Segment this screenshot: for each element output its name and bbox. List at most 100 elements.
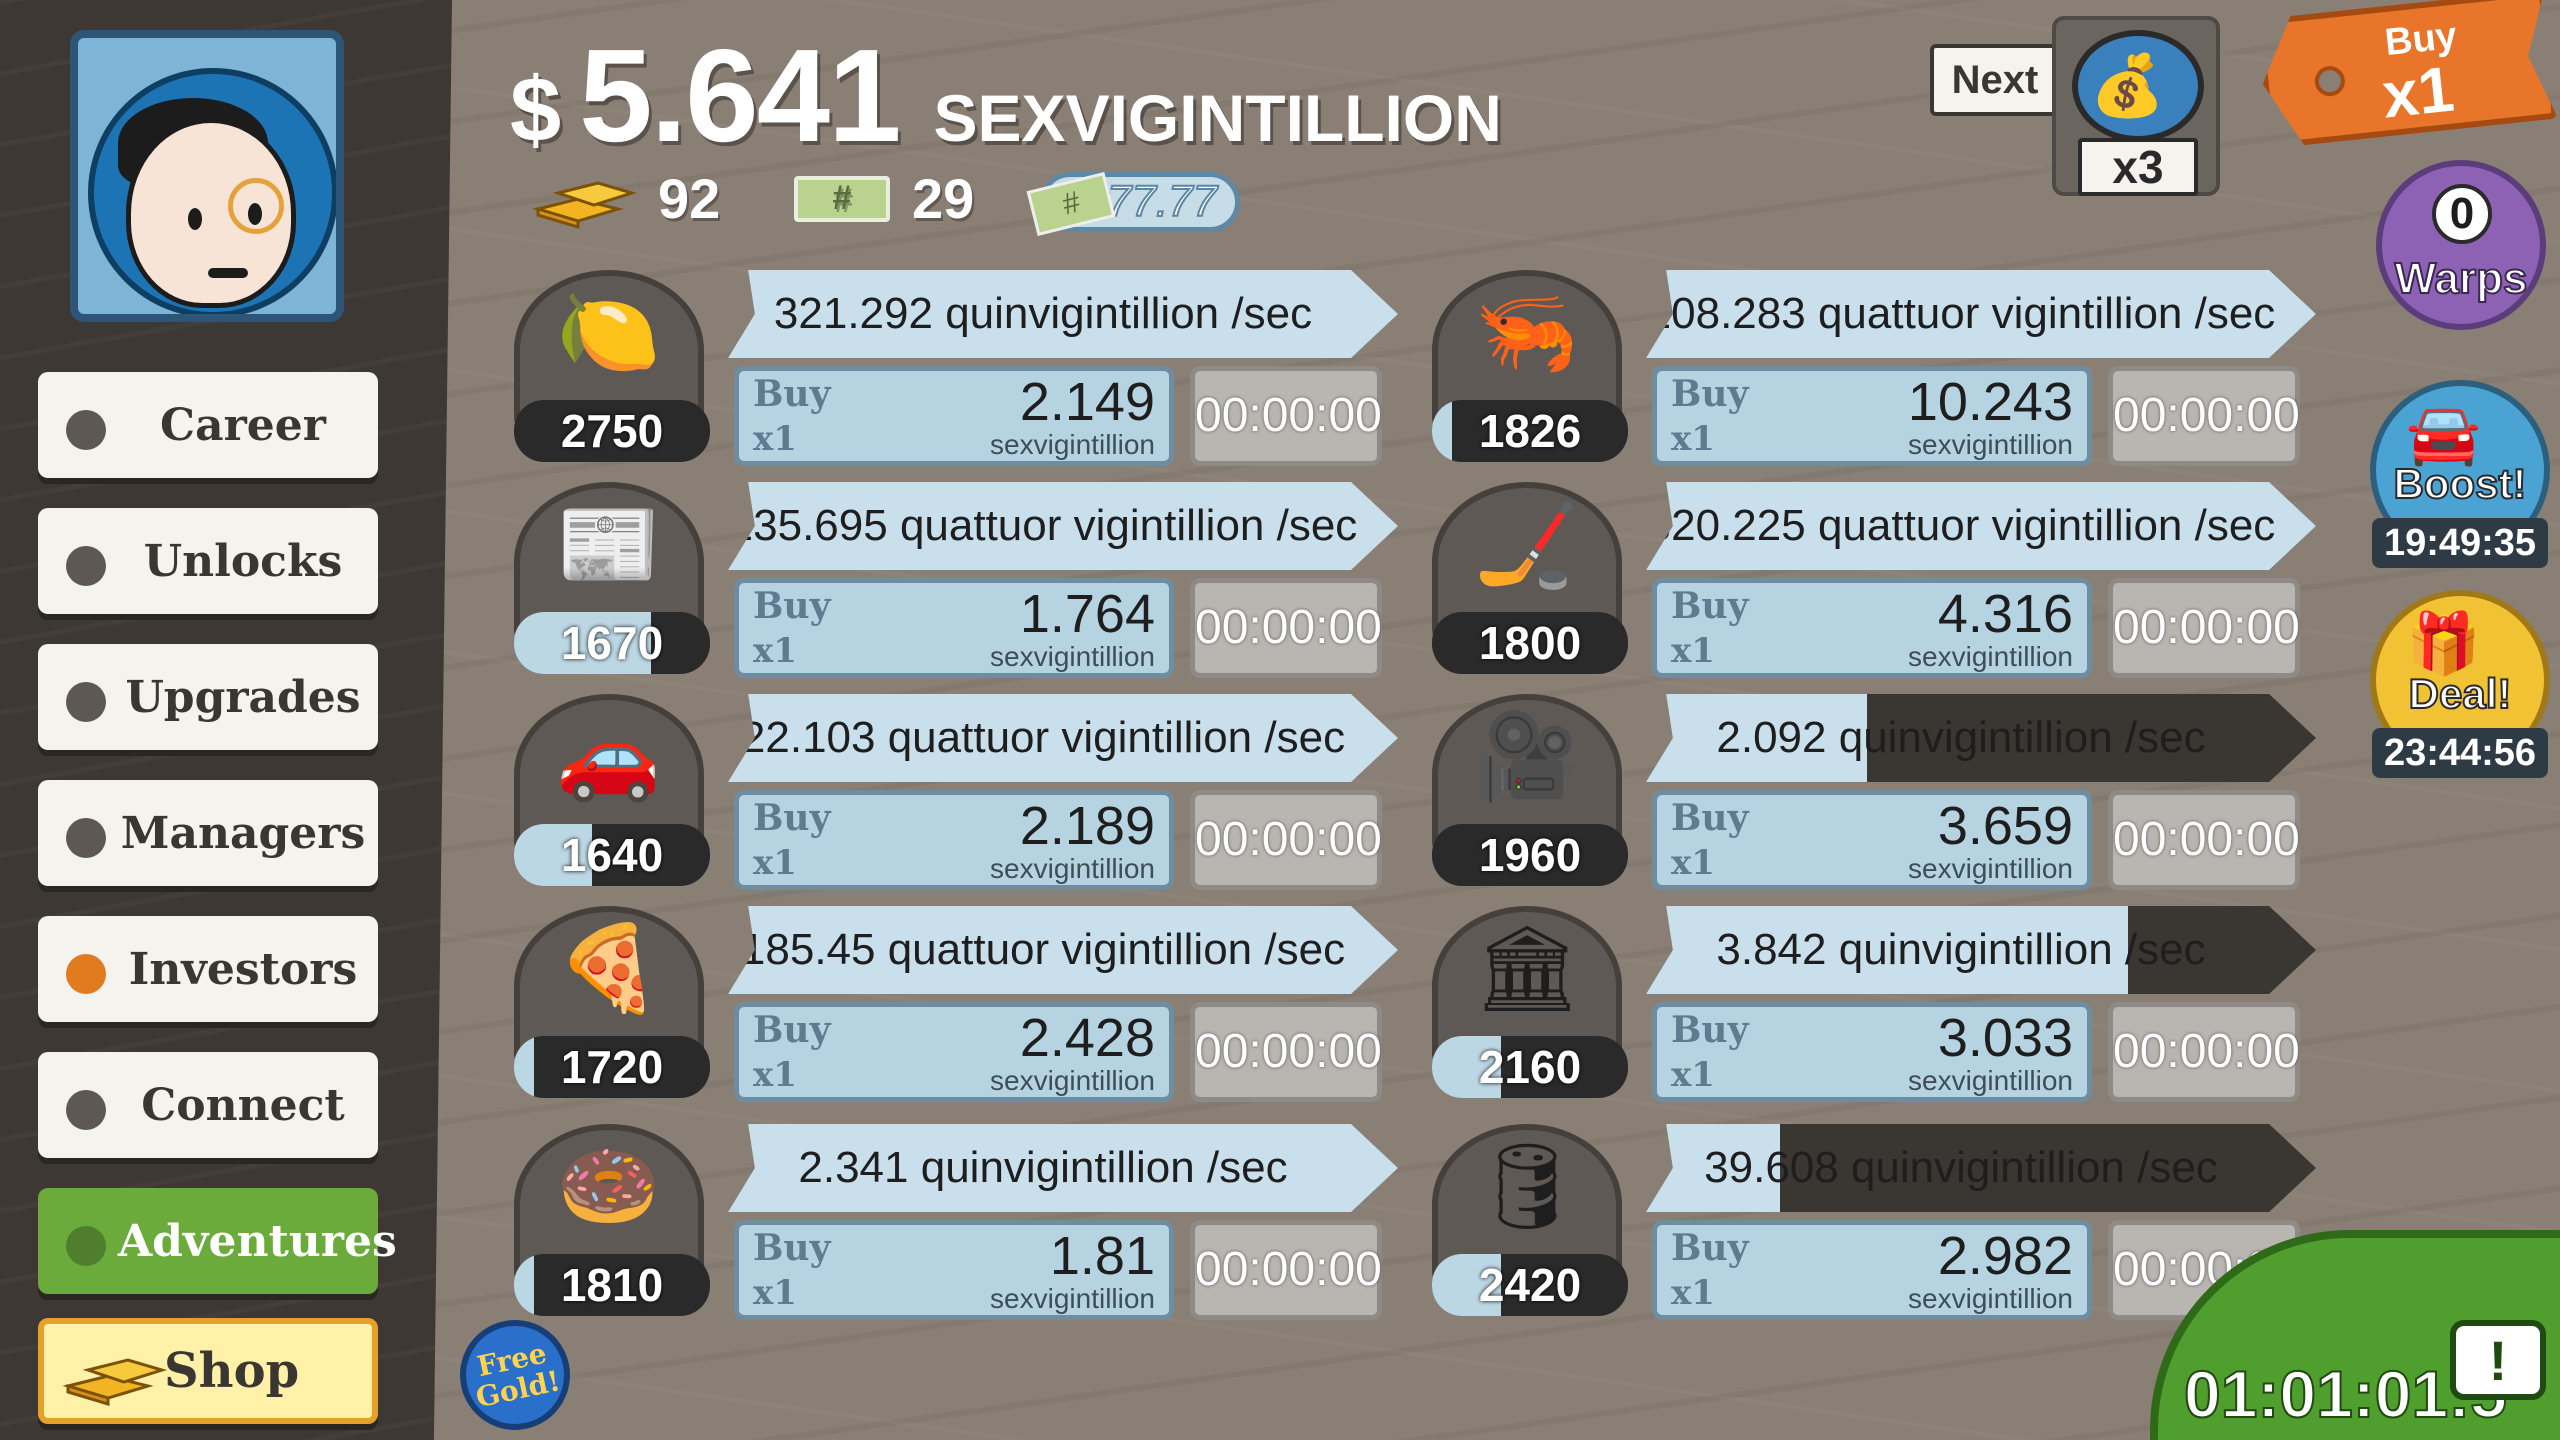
buy-business-button[interactable]: Buy x1 2.428 sexvigintillion	[734, 1002, 1174, 1102]
notification-dot	[66, 1226, 106, 1266]
megabucks-counter: # 29	[794, 166, 974, 231]
business-timer: 00:00:00	[2108, 366, 2300, 466]
buy-business-button[interactable]: Buy x1 2.149 sexvigintillion	[734, 366, 1174, 466]
megabucks-icon: #	[794, 175, 890, 222]
pizza-icon: 🍕	[556, 919, 661, 1017]
buy-cost-unit: sexvigintillion	[1908, 641, 2073, 672]
bank-icon: 🏛	[1474, 919, 1581, 1017]
revenue-progress-bar: 2.092 quinvigintillion /sec	[1646, 694, 2316, 782]
owned-count-badge: 1960	[1432, 824, 1628, 886]
owned-count-badge: 1800	[1432, 612, 1628, 674]
notification-dot	[66, 546, 106, 586]
sidebar-item-investors[interactable]: Investors	[38, 916, 378, 1022]
megabucks-multiplier: # x77.77	[1026, 172, 1240, 236]
business-timer: 00:00:00	[1190, 1220, 1382, 1320]
buy-cost-unit: sexvigintillion	[1908, 1283, 2073, 1314]
buy-business-button[interactable]: Buy x1 10.243 sexvigintillion	[1652, 366, 2092, 466]
buy-business-button[interactable]: Buy x1 1.81 sexvigintillion	[734, 1220, 1174, 1320]
buy-business-button[interactable]: Buy x1 1.764 sexvigintillion	[734, 578, 1174, 678]
buy-business-button[interactable]: Buy x1 3.033 sexvigintillion	[1652, 1002, 2092, 1102]
business-card: 🏛 2160 3.842 quinvigintillion /sec Buy x…	[1432, 906, 2332, 1102]
revenue-progress-bar: 39.608 quinvigintillion /sec	[1646, 1124, 2316, 1212]
buy-cost-unit: sexvigintillion	[990, 641, 1155, 672]
shop-button[interactable]: Shop	[38, 1318, 378, 1424]
tv-icon[interactable]: !	[2450, 1320, 2546, 1400]
business-card: 🍋 2750 321.292 quinvigintillion /sec Buy…	[514, 270, 1414, 466]
donut-icon: 🍩	[556, 1137, 661, 1235]
deal-timer: 23:44:56	[2372, 728, 2548, 778]
business-card: 🛢 2420 39.608 quinvigintillion /sec Buy …	[1432, 1124, 2332, 1320]
buy-cost: 3.659	[1937, 796, 2073, 856]
oil-rig-icon: 🛢	[1474, 1137, 1581, 1235]
notification-dot	[66, 818, 106, 858]
buy-multiplier-toggle[interactable]: Buy x1	[2256, 0, 2558, 149]
currency-symbol: $	[510, 59, 562, 161]
gold-bars-icon	[532, 180, 638, 229]
buy-cost: 1.81	[1049, 1226, 1155, 1286]
sidebar-item-upgrades[interactable]: Upgrades	[38, 644, 378, 750]
notification-dot	[66, 410, 106, 450]
revenue-progress-bar: 2.341 quinvigintillion /sec	[728, 1124, 1398, 1212]
boost-timer: 19:49:35	[2372, 518, 2548, 568]
money-display: $ 5.641 SEXVIGINTILLION	[510, 20, 1502, 171]
notification-dot	[66, 682, 106, 722]
buy-cost: 4.316	[1937, 584, 2073, 644]
avatar[interactable]	[70, 30, 344, 322]
movie-camera-icon: 🎥	[1474, 707, 1579, 805]
business-card: 📰 1670 135.695 quattuor vigintillion /se…	[514, 482, 1414, 678]
money-amount: 5.641	[579, 22, 901, 169]
buy-cost: 10.243	[1907, 372, 2073, 432]
money-unit: SEXVIGINTILLION	[933, 81, 1502, 155]
boost-button[interactable]: 🚘 Boost! 19:49:35	[2370, 380, 2550, 568]
next-upgrade-button[interactable]: Next	[1930, 44, 2060, 116]
buy-business-button[interactable]: Buy x1 2.982 sexvigintillion	[1652, 1220, 2092, 1320]
sidebar-item-connect[interactable]: Connect	[38, 1052, 378, 1158]
business-card: 🍕 1720 185.45 quattuor vigintillion /sec…	[514, 906, 1414, 1102]
revenue-progress-bar: 135.695 quattuor vigintillion /sec	[728, 482, 1398, 570]
monocle-icon	[228, 178, 284, 234]
buy-cost-unit: sexvigintillion	[990, 429, 1155, 460]
owned-count-badge: 1640	[514, 824, 710, 886]
business-card: 🦐 1826 108.283 quattuor vigintillion /se…	[1432, 270, 2332, 466]
hockey-icon: 🏒	[1474, 495, 1579, 593]
buy-cost-unit: sexvigintillion	[1908, 429, 2073, 460]
notification-dot	[66, 1090, 106, 1130]
warps-count: 0	[2432, 184, 2492, 244]
newspaper-icon: 📰	[556, 495, 661, 593]
revenue-progress-bar: 22.103 quattuor vigintillion /sec	[728, 694, 1398, 782]
business-timer: 00:00:00	[1190, 1002, 1382, 1102]
deal-button[interactable]: 🎁 Deal! 23:44:56	[2370, 590, 2550, 778]
warps-button[interactable]: 0 Warps	[2376, 160, 2546, 330]
notification-dot-active	[66, 954, 106, 994]
buy-cost: 2.428	[1019, 1008, 1155, 1068]
buy-cost: 3.033	[1937, 1008, 2073, 1068]
buy-cost: 2.982	[1937, 1226, 2073, 1286]
buy-cost-unit: sexvigintillion	[990, 1283, 1155, 1314]
money-bags-icon: 💰	[2090, 51, 2165, 121]
next-upgrade-preview[interactable]: 💰 x3	[2052, 16, 2220, 196]
sidebar-item-managers[interactable]: Managers	[38, 780, 378, 886]
business-card: 🚗 1640 22.103 quattuor vigintillion /sec…	[514, 694, 1414, 890]
revenue-progress-bar: 321.292 quinvigintillion /sec	[728, 270, 1398, 358]
revenue-progress-bar: 320.225 quattuor vigintillion /sec	[1646, 482, 2316, 570]
business-timer: 00:00:00	[1190, 578, 1382, 678]
sidebar-item-unlocks[interactable]: Unlocks	[38, 508, 378, 614]
buy-cost: 2.149	[1019, 372, 1155, 432]
revenue-progress-bar: 3.842 quinvigintillion /sec	[1646, 906, 2316, 994]
buy-cost-unit: sexvigintillion	[1908, 853, 2073, 884]
free-gold-button[interactable]: Free Gold!	[449, 1309, 581, 1440]
buy-cost: 1.764	[1019, 584, 1155, 644]
business-card: 🏒 1800 320.225 quattuor vigintillion /se…	[1432, 482, 2332, 678]
buy-business-button[interactable]: Buy x1 2.189 sexvigintillion	[734, 790, 1174, 890]
sidebar-item-adventures[interactable]: Adventures	[38, 1188, 397, 1294]
buy-cost-unit: sexvigintillion	[1908, 1065, 2073, 1096]
business-timer: 00:00:00	[1190, 366, 1382, 466]
buy-business-button[interactable]: Buy x1 3.659 sexvigintillion	[1652, 790, 2092, 890]
shrimp-icon: 🦐	[1474, 283, 1579, 381]
owned-count-badge: 2750	[514, 400, 710, 462]
sidebar-item-career[interactable]: Career	[38, 372, 378, 478]
owned-count-badge: 2160	[1432, 1036, 1628, 1098]
owned-count-badge: 1810	[514, 1254, 710, 1316]
business-timer: 00:00:00	[2108, 790, 2300, 890]
buy-business-button[interactable]: Buy x1 4.316 sexvigintillion	[1652, 578, 2092, 678]
